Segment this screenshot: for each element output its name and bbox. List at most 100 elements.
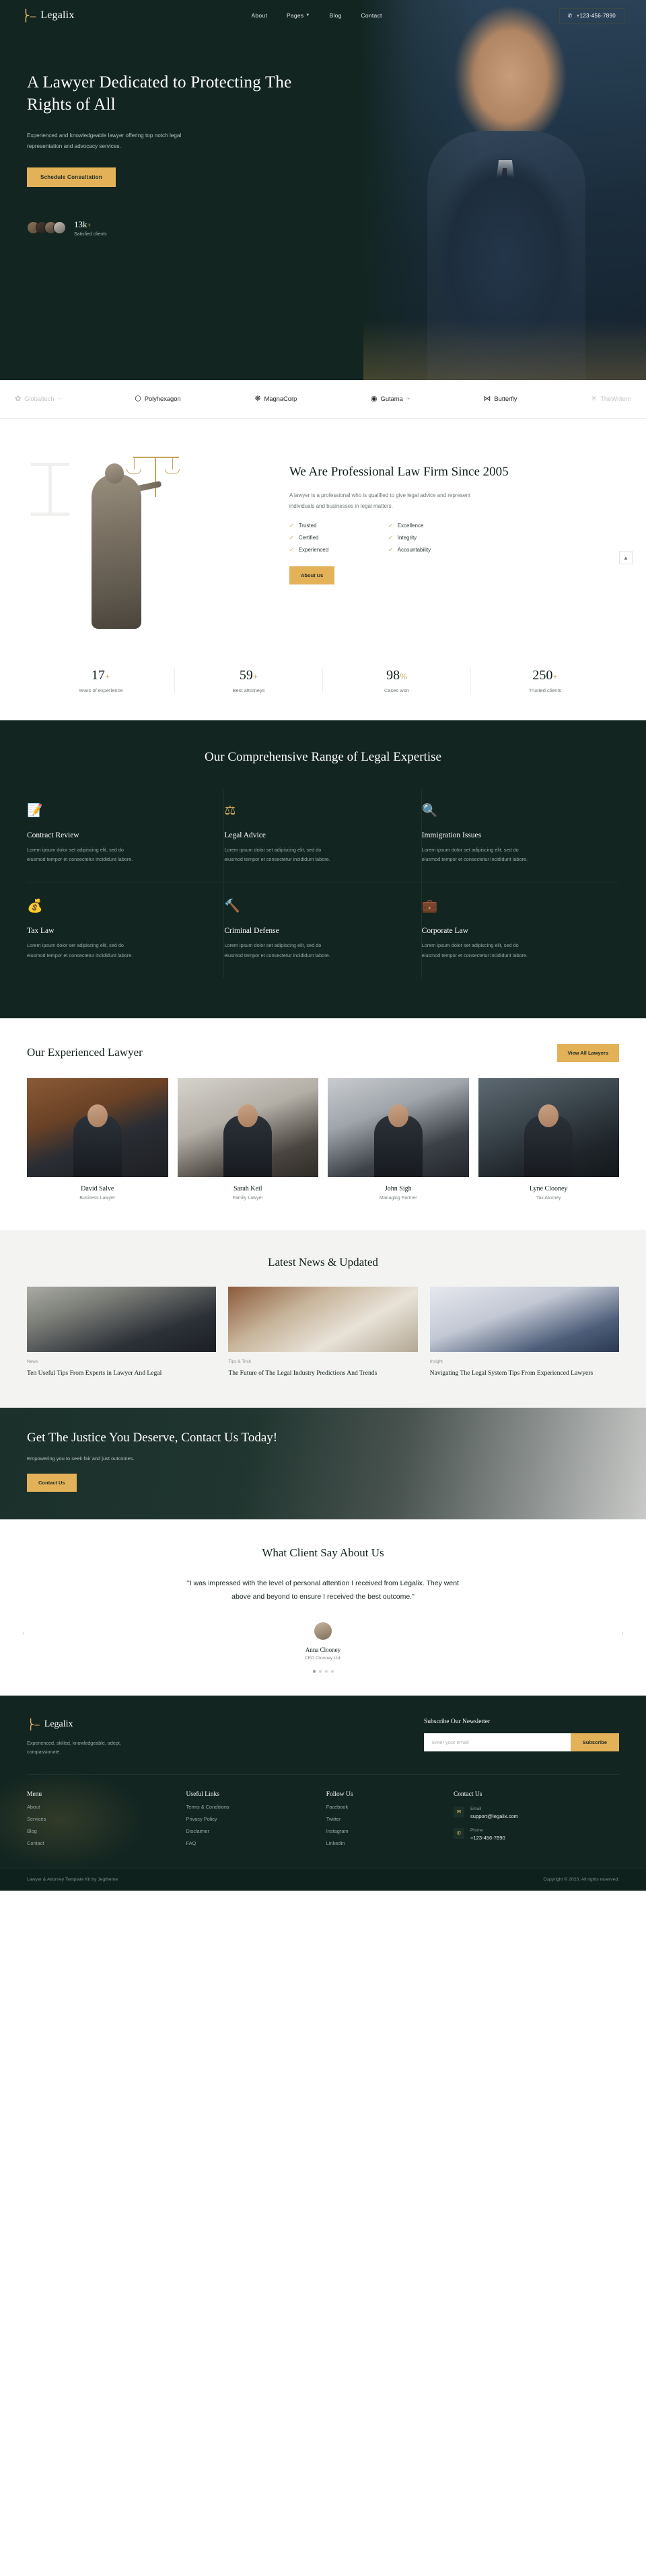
partner-name: Gutama bbox=[380, 395, 403, 403]
testimonial-section: What Client Say About Us "I was impresse… bbox=[0, 1519, 646, 1696]
testimonial-prev-button[interactable]: ‹ bbox=[17, 1627, 30, 1639]
lawyer-role: Managing Partner bbox=[379, 1195, 417, 1201]
service-name: Corporate Law bbox=[421, 927, 468, 936]
service-card-criminal-defense[interactable]: 🔨 Criminal Defense Lorem ipsum dolor set… bbox=[224, 882, 422, 978]
feature-item: ✓ Certified bbox=[289, 535, 379, 541]
partner-logo-polyhexagon[interactable]: ⬡ Polyhexagon bbox=[135, 395, 181, 404]
footer-logo[interactable]: ⎬⎯ Legalix bbox=[27, 1718, 145, 1731]
testimonial-pagination-dots[interactable] bbox=[27, 1670, 619, 1673]
pagination-dot[interactable] bbox=[330, 1670, 334, 1673]
partner-logo-butterfly[interactable]: ⋈ Butterfly bbox=[483, 395, 517, 404]
news-thumbnail bbox=[27, 1286, 217, 1352]
news-category: Insight bbox=[429, 1359, 443, 1364]
pagination-dot[interactable] bbox=[318, 1670, 322, 1673]
partner-logo-globaltech[interactable]: ✿ Globaltech ™ bbox=[15, 395, 61, 404]
pillar-logo-icon: ⎬⎯ bbox=[22, 9, 36, 22]
footer-column-title: Contact Us bbox=[453, 1790, 482, 1798]
service-card-tax-law[interactable]: 💰 Tax Law Lorem ipsum dolor set adipisci… bbox=[27, 882, 225, 978]
phone-icon: ✆ bbox=[453, 1827, 464, 1839]
testimonial-author-name: Anna Clooney bbox=[305, 1646, 341, 1654]
nav-item-contact[interactable]: Contact bbox=[361, 12, 382, 19]
partner-name: Polyhexagon bbox=[144, 395, 181, 403]
nav-item-about[interactable]: About bbox=[252, 12, 267, 19]
service-description: Lorem ipsum dolor set adipiscing elit, s… bbox=[224, 846, 330, 863]
hero-title: A Lawyer Dedicated to Protecting The Rig… bbox=[27, 73, 292, 114]
partner-name: Globaltech bbox=[24, 395, 55, 403]
nav-label: Contact bbox=[361, 12, 382, 19]
service-card-corporate-law[interactable]: 💼 Corporate Law Lorem ipsum dolor set ad… bbox=[422, 882, 619, 977]
partner-logo-thewritern[interactable]: ✳ TheWritern bbox=[591, 395, 631, 404]
hero-content: A Lawyer Dedicated to Protecting The Rig… bbox=[0, 31, 296, 237]
footer-link-faq[interactable]: FAQ bbox=[186, 1840, 326, 1846]
services-grid: 📝 Contract Review Lorem ipsum dolor set … bbox=[27, 789, 619, 978]
footer-contact-email[interactable]: ✉ Email support@legalix.com bbox=[453, 1806, 619, 1819]
newsletter-subscribe-button[interactable]: Subscribe bbox=[570, 1733, 619, 1752]
footer-link-linkedin[interactable]: LinkedIn bbox=[326, 1840, 454, 1846]
stat-label: Cases won bbox=[384, 687, 410, 693]
lawyer-card-lyne-clooney[interactable]: Lyne Clooney Tax Atorney bbox=[478, 1077, 619, 1201]
contact-phone-label: Phone bbox=[470, 1827, 483, 1833]
about-title: We Are Professional Law Firm Since 2005 bbox=[289, 465, 509, 479]
footer-divider bbox=[27, 1774, 619, 1775]
lawyer-name: Sarah Keil bbox=[234, 1184, 262, 1192]
footer-link-twitter[interactable]: Twitter bbox=[326, 1816, 454, 1822]
lawyer-photo bbox=[177, 1077, 318, 1177]
service-name: Immigration Issues bbox=[421, 831, 482, 839]
footer-link-contact[interactable]: Contact bbox=[27, 1840, 186, 1846]
brand-logo[interactable]: ⎬⎯ Legalix bbox=[22, 9, 75, 22]
pagination-dot[interactable] bbox=[312, 1670, 316, 1673]
footer-link-disclaimer[interactable]: Disclaimer bbox=[186, 1828, 326, 1834]
pagination-dot[interactable] bbox=[324, 1670, 328, 1673]
footer-link-services[interactable]: Services bbox=[27, 1816, 186, 1822]
check-icon: ✓ bbox=[289, 522, 294, 529]
partner-logo-gutama[interactable]: ◉ Gutama ™ bbox=[371, 395, 410, 404]
lawyer-photo bbox=[328, 1077, 469, 1177]
stat-suffix: + bbox=[104, 671, 110, 681]
schedule-consultation-button[interactable]: Schedule Consultation bbox=[27, 167, 116, 187]
partner-logos-strip: ✿ Globaltech ™ ⬡ Polyhexagon ❋ MagnaCorp… bbox=[0, 380, 646, 419]
cta-subtitle: Empowering you to seek fair and just out… bbox=[27, 1455, 135, 1462]
testimonial-next-button[interactable]: › bbox=[616, 1627, 629, 1639]
site-footer: ⎬⎯ Legalix Experienced, skilled, knowled… bbox=[0, 1696, 646, 1891]
footer-link-terms[interactable]: Terms & Conditions bbox=[186, 1804, 326, 1810]
footer-link-instagram[interactable]: Instagram bbox=[326, 1828, 454, 1834]
service-card-contract-review[interactable]: 📝 Contract Review Lorem ipsum dolor set … bbox=[27, 789, 225, 883]
scales-of-justice-icon: ⚖ bbox=[224, 803, 236, 818]
lawyer-card-sarah-keil[interactable]: Sarah Keil Family Lawyer bbox=[177, 1077, 318, 1201]
stat-item-attorneys: 59+ Best attorneys bbox=[175, 668, 323, 693]
about-us-button[interactable]: About Us bbox=[289, 566, 335, 584]
contact-us-button[interactable]: Contact Us bbox=[27, 1473, 77, 1492]
nav-item-pages[interactable]: Pages ▼ bbox=[287, 12, 310, 19]
polyhexagon-icon: ⬡ bbox=[135, 395, 141, 403]
footer-link-about[interactable]: About bbox=[27, 1804, 186, 1810]
footer-link-privacy[interactable]: Privacy Policy bbox=[186, 1816, 326, 1822]
news-card-3[interactable]: Insight Navigating The Legal System Tips… bbox=[429, 1286, 619, 1378]
service-description: Lorem ipsum dolor set adipiscing elit, s… bbox=[421, 846, 528, 863]
footer-column-title: Useful Links bbox=[186, 1790, 219, 1798]
footer-link-facebook[interactable]: Facebook bbox=[326, 1804, 454, 1810]
magnacorp-icon: ❋ bbox=[254, 395, 261, 403]
view-all-lawyers-button[interactable]: View All Lawyers bbox=[557, 1043, 619, 1062]
service-card-immigration-issues[interactable]: 🔍 Immigration Issues Lorem ipsum dolor s… bbox=[421, 790, 619, 883]
scroll-to-top-button[interactable]: ▲ bbox=[619, 551, 633, 564]
news-card-1[interactable]: News Ten Useful Tips From Experts in Law… bbox=[27, 1286, 217, 1378]
partner-logo-magnacorp[interactable]: ❋ MagnaCorp bbox=[254, 395, 297, 404]
footer-link-blog[interactable]: Blog bbox=[27, 1828, 186, 1834]
lawyer-card-john-sigh[interactable]: John Sigh Managing Partner bbox=[328, 1077, 469, 1201]
news-headline: Navigating The Legal System Tips From Ex… bbox=[429, 1369, 594, 1377]
service-description: Lorem ipsum dolor set adipiscing elit, s… bbox=[27, 846, 133, 863]
phone-icon: ✆ bbox=[567, 12, 573, 19]
newsletter-email-input[interactable] bbox=[424, 1733, 571, 1752]
clients-label: Satisfied clients bbox=[74, 231, 107, 237]
lawyer-role: Family Lawyer bbox=[232, 1195, 263, 1201]
stat-value: 59 bbox=[239, 668, 253, 683]
footer-contact-phone[interactable]: ✆ Phone +123-456-7890 bbox=[453, 1827, 619, 1841]
service-card-legal-advice[interactable]: ⚖ Legal Advice Lorem ipsum dolor set adi… bbox=[224, 789, 422, 883]
nav-item-blog[interactable]: Blog bbox=[330, 12, 342, 19]
footer-tagline: Experienced, skilled, knowledgeable, ade… bbox=[27, 1740, 121, 1755]
stat-label: Trusted clients bbox=[528, 687, 562, 693]
news-card-2[interactable]: Tips & Trick The Future of The Legal Ind… bbox=[228, 1286, 418, 1378]
lawyer-card-david-salve[interactable]: David Salve Business Lawyer bbox=[27, 1077, 168, 1201]
stat-suffix: + bbox=[252, 671, 258, 681]
header-phone-button[interactable]: ✆ +123-456-7890 bbox=[559, 7, 624, 24]
